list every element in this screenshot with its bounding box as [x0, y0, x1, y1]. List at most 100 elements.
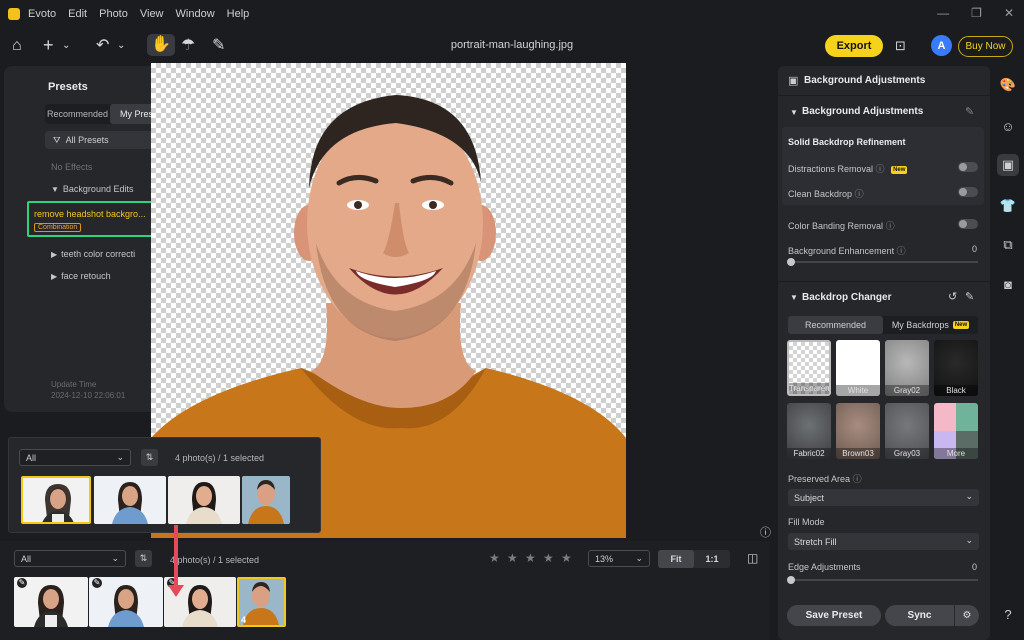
edge-adjustments-value: 0 [972, 562, 978, 572]
menu-window[interactable]: Window [176, 8, 215, 20]
menu-help[interactable]: Help [227, 8, 250, 20]
panel-toggle-icon[interactable]: ◫ [747, 551, 758, 565]
caret-down-icon[interactable]: ▼ [790, 108, 798, 117]
thumbnail[interactable]: ✎ [89, 577, 163, 627]
backdrop-more[interactable]: More [934, 403, 978, 459]
backdrop-tabs: Recommended My Backdrops New [788, 316, 978, 334]
banding-label: Color Banding Removal [788, 221, 884, 231]
compare-icon[interactable]: ⊡ [895, 38, 906, 54]
chevron-down-icon: ⌄ [111, 553, 119, 563]
backdrop-label: Gray02 [885, 385, 929, 396]
help-icon[interactable]: ⓘ [886, 221, 895, 231]
fill-mode-dropdown[interactable]: Stretch Fill ⌄ [788, 533, 979, 550]
zoom-dropdown[interactable]: 13% ⌄ [588, 550, 650, 567]
star-icon[interactable]: ★ [561, 551, 572, 565]
tab-recommended[interactable]: Recommended [45, 104, 110, 124]
edge-adjustments-slider[interactable] [787, 576, 978, 584]
edit-icon[interactable]: ✎ [965, 290, 974, 303]
menu-bar: Evoto Edit Photo View Window Help — ❐ ✕ [0, 0, 1024, 28]
filter-dropdown[interactable]: All ⌄ [19, 449, 131, 466]
no-effects[interactable]: No Effects [51, 162, 92, 172]
enhancement-slider[interactable] [787, 258, 978, 266]
backdrop-label: Black [934, 385, 978, 396]
avatar[interactable]: A [931, 35, 952, 56]
menu-view[interactable]: View [140, 8, 164, 20]
help-icon[interactable]: ⓘ [897, 246, 906, 256]
close-icon[interactable]: ✕ [1004, 6, 1014, 20]
background-icon[interactable]: ▣ [997, 154, 1019, 176]
banding-toggle[interactable] [958, 219, 978, 229]
thumbnail[interactable] [21, 476, 91, 524]
preset-group-label: teeth color correcti [61, 249, 136, 259]
preset-group[interactable]: ▶ teeth color correcti [51, 249, 135, 259]
star-icon[interactable]: ★ [507, 551, 518, 565]
preset-group[interactable]: ▼ Background Edits [51, 184, 133, 194]
backdrop-fabric02[interactable]: Fabric02 [787, 403, 831, 459]
backdrop-white[interactable]: White [836, 340, 880, 396]
crop-icon[interactable]: ⧉ [999, 236, 1017, 254]
caret-down-icon: ▼ [51, 185, 59, 194]
one-to-one-button[interactable]: 1:1 [694, 550, 730, 568]
palette-icon[interactable]: 🎨 [999, 76, 1017, 94]
thumbnail-selected[interactable]: 4 [237, 577, 286, 627]
backdrop-gray03[interactable]: Gray03 [885, 403, 929, 459]
help-icon[interactable]: ⓘ [853, 474, 862, 484]
slider-knob[interactable] [787, 258, 795, 266]
backdrop-transparent[interactable]: Transparent [787, 340, 831, 396]
update-time-label: Update Time [51, 380, 97, 389]
menu-photo[interactable]: Photo [99, 8, 128, 20]
buy-now-button[interactable]: Buy Now [958, 36, 1013, 57]
info-icon[interactable]: ⓘ [760, 524, 771, 540]
edit-icon[interactable]: ✎ [965, 105, 974, 118]
preserved-area-dropdown[interactable]: Subject ⌄ [788, 489, 979, 506]
slider-knob[interactable] [787, 576, 795, 584]
minimize-icon[interactable]: — [937, 6, 949, 20]
preset-group[interactable]: ▶ face retouch [51, 271, 111, 281]
thumbnail[interactable] [94, 476, 166, 524]
star-icon[interactable]: ★ [543, 551, 554, 565]
panel-header: ▣ Background Adjustments [778, 66, 990, 96]
thumbnail[interactable]: ✎ [14, 577, 88, 627]
backdrop-label: Gray03 [885, 448, 929, 459]
fill-mode-label: Fill Mode [788, 517, 825, 527]
face-icon[interactable]: ☺ [999, 117, 1017, 135]
backdrop-gray02[interactable]: Gray02 [885, 340, 929, 396]
star-icon[interactable]: ★ [489, 551, 500, 565]
reset-icon[interactable]: ↺ [948, 290, 957, 303]
presets-filter-value: All Presets [65, 135, 109, 145]
sort-icon[interactable]: ⇅ [141, 449, 158, 466]
annotation-arrow-head [168, 585, 184, 597]
update-time: Update Time 2024-12-10 22:06:01 [51, 379, 125, 401]
clean-backdrop-toggle[interactable] [958, 187, 978, 197]
help-icon[interactable]: ⓘ [855, 189, 864, 199]
star-icon[interactable]: ★ [525, 551, 536, 565]
caret-down-icon[interactable]: ▼ [790, 293, 798, 302]
sync-settings-icon[interactable]: ⚙ [955, 605, 979, 626]
distractions-row: Distractions Removal ⓘ New [788, 162, 908, 175]
thumbnail[interactable] [168, 476, 240, 524]
sort-icon[interactable]: ⇅ [135, 550, 152, 567]
section-title[interactable]: Backdrop Changer [802, 292, 891, 303]
backdrop-brown03[interactable]: Brown03 [836, 403, 880, 459]
maximize-icon[interactable]: ❐ [971, 6, 982, 20]
export-button[interactable]: Export [825, 35, 883, 57]
clean-backdrop-row: Clean Backdrop ⓘ [788, 187, 864, 200]
help-icon[interactable]: ⓘ [876, 164, 885, 174]
camera-icon[interactable]: ◙ [999, 275, 1017, 293]
distractions-toggle[interactable] [958, 162, 978, 172]
stack-count: 4 [241, 615, 247, 625]
help-icon[interactable]: ? [999, 605, 1017, 623]
tab-my-backdrops[interactable]: My Backdrops New [883, 316, 978, 334]
save-preset-button[interactable]: Save Preset [787, 605, 881, 626]
filter-dropdown[interactable]: All ⌄ [14, 550, 126, 567]
tab-recommended[interactable]: Recommended [788, 316, 883, 334]
clothing-icon[interactable]: 👕 [999, 197, 1017, 215]
thumbnail[interactable] [242, 476, 290, 524]
sync-button[interactable]: Sync [885, 605, 954, 626]
backdrop-black[interactable]: Black [934, 340, 978, 396]
section-title[interactable]: Background Adjustments [802, 106, 923, 117]
fit-button[interactable]: Fit [658, 550, 694, 568]
menu-edit[interactable]: Edit [68, 8, 87, 20]
enhancement-row: Background Enhancement ⓘ [788, 244, 906, 257]
menu-app[interactable]: Evoto [28, 8, 56, 20]
